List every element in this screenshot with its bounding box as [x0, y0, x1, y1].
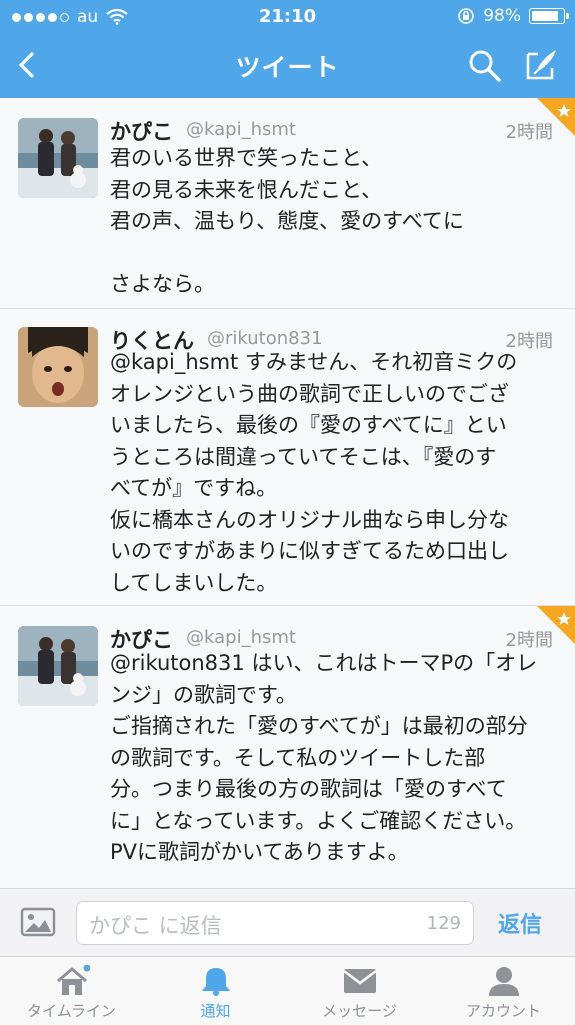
rotation-lock-icon [458, 8, 475, 24]
tweet-text: 君のいる世界で笑ったこと、 君の見る未来を恨んだこと、 君の声、温もり、態度、愛… [110, 146, 464, 296]
nav-bar: ツイート [0, 34, 575, 98]
reply-composer: かぴこ に返信 129 返信 [0, 888, 575, 957]
tweet-text: @rikuton831 はい、これはトーマPの「オレ ンジ」の歌詞です。 ご指摘… [110, 651, 538, 864]
avatar[interactable] [18, 626, 98, 706]
tweet-item[interactable]: かぴこ @kapi_hsmt 2時間 君のいる世界で笑ったこと、 君の見る未来を… [0, 98, 575, 309]
favorite-star-icon [537, 98, 575, 136]
tab-label: アカウント [465, 1002, 541, 1020]
user-handle[interactable]: @kapi_hsmt [186, 627, 296, 648]
compose-tweet-icon[interactable] [522, 46, 560, 84]
reply-placeholder: かぴこ に返信 [89, 914, 222, 938]
tab-messages[interactable]: メッセージ [288, 957, 431, 1025]
reply-send-button[interactable]: 返信 [498, 907, 542, 939]
avatar[interactable] [18, 327, 98, 407]
tab-notifications[interactable]: 通知 [144, 957, 287, 1025]
envelope-icon [342, 969, 377, 993]
tab-label: 通知 [200, 1002, 231, 1020]
image-attach-icon[interactable] [20, 906, 56, 938]
user-handle[interactable]: @kapi_hsmt [186, 119, 296, 140]
tab-label: メッセージ [322, 1002, 397, 1020]
search-icon[interactable] [466, 47, 504, 85]
tab-account[interactable]: アカウント [432, 957, 575, 1025]
status-right: 98% [457, 6, 569, 26]
bell-icon [201, 968, 230, 996]
home-icon [56, 965, 90, 995]
status-bar: au 21:10 98% [0, 0, 575, 34]
battery-icon [529, 8, 569, 24]
tweet-item[interactable]: かぴこ @kapi_hsmt 2時間 @rikuton831 はい、これはトーマ… [0, 606, 575, 889]
avatar[interactable] [18, 118, 98, 198]
display-name[interactable]: かぴこ [110, 116, 173, 146]
battery-percent: 98% [483, 6, 521, 26]
user-handle[interactable]: @rikuton831 [207, 328, 323, 349]
person-icon [488, 967, 519, 996]
favorite-star-icon [537, 606, 575, 644]
char-count: 129 [426, 913, 461, 934]
tab-label: タイムライン [27, 1002, 116, 1020]
tweet-text: @kapi_hsmt すみません、それ初音ミクの オレンジという曲の歌詞で正しい… [110, 350, 518, 595]
tweet-item[interactable]: りくとん @rikuton831 2時間 @kapi_hsmt すみません、それ… [0, 309, 575, 606]
reply-input[interactable]: かぴこ に返信 129 [76, 901, 474, 945]
tab-timeline[interactable]: タイムライン [0, 957, 143, 1025]
top-bar: au 21:10 98% ツイート [0, 0, 575, 98]
tab-bar: タイムライン 通知 メッセージ アカウント [0, 956, 575, 1025]
